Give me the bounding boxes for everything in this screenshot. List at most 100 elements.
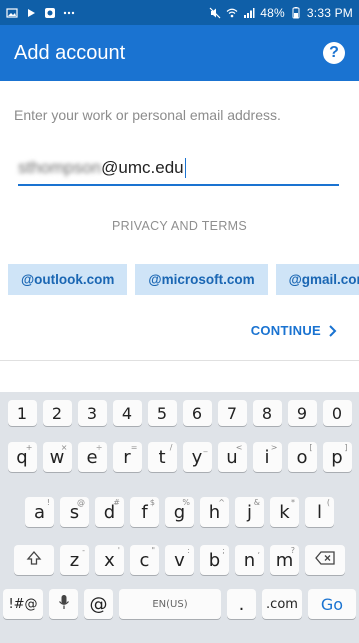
key-4[interactable]: 4 bbox=[112, 400, 142, 426]
key-label: 2 bbox=[51, 403, 63, 423]
key-6[interactable]: 6 bbox=[182, 400, 212, 426]
key-label: n bbox=[243, 549, 256, 571]
key-hint: < bbox=[235, 443, 243, 452]
wifi-icon bbox=[226, 7, 238, 19]
key-1[interactable]: 1 bbox=[7, 400, 37, 426]
key-label: 1 bbox=[16, 403, 28, 423]
key-label: 6 bbox=[191, 403, 203, 423]
clock: 3:33 PM bbox=[306, 5, 353, 20]
battery-icon bbox=[290, 6, 302, 19]
key-y[interactable]: y _ bbox=[182, 442, 212, 472]
key-t[interactable]: t / bbox=[147, 442, 177, 472]
key-hint: * bbox=[291, 498, 295, 507]
key-hint: $ bbox=[149, 498, 155, 507]
key-label: v bbox=[174, 549, 185, 571]
key-i[interactable]: i > bbox=[252, 442, 282, 472]
key-hint: ; bbox=[222, 546, 225, 555]
key-label: 0 bbox=[331, 403, 343, 423]
go-key[interactable]: Go bbox=[308, 589, 356, 619]
chip-microsoft[interactable]: @microsoft.com bbox=[135, 264, 268, 295]
page-title: Add account bbox=[14, 41, 126, 64]
space-key[interactable]: EN(US) bbox=[119, 589, 221, 619]
status-right: 48% 3:33 PM bbox=[209, 6, 353, 20]
chevron-right-icon bbox=[328, 324, 337, 337]
key-7[interactable]: 7 bbox=[217, 400, 247, 426]
key-x[interactable]: x ' bbox=[95, 545, 124, 575]
backspace-icon bbox=[315, 551, 335, 569]
microphone-icon bbox=[58, 594, 70, 615]
continue-label: CONTINUE bbox=[250, 323, 321, 338]
key-m[interactable]: m? bbox=[270, 545, 299, 575]
key-label: i bbox=[264, 446, 270, 468]
key-g[interactable]: g% bbox=[165, 497, 194, 527]
key-u[interactable]: u < bbox=[217, 442, 247, 472]
keyboard: 1 2 345 6 7890 q + w × e ÷ r = t / y _ u < i > o[p] a! s @ d # f $… bbox=[0, 392, 359, 643]
key-3[interactable]: 3 bbox=[77, 400, 107, 426]
key-n[interactable]: n, bbox=[235, 545, 264, 575]
key-s[interactable]: s @ bbox=[60, 497, 89, 527]
key-r[interactable]: r = bbox=[112, 442, 142, 472]
app-bar: Add account ? bbox=[0, 25, 359, 81]
key-hint: % bbox=[182, 498, 190, 507]
keyboard-row-1: q + w × e ÷ r = t / y _ u < i > o[p] bbox=[0, 442, 359, 472]
key-v[interactable]: v: bbox=[165, 545, 194, 575]
image-icon bbox=[6, 7, 18, 19]
help-button[interactable]: ? bbox=[323, 42, 345, 64]
mute-icon bbox=[209, 7, 221, 19]
chip-outlook[interactable]: @outlook.com bbox=[8, 264, 128, 295]
shift-icon bbox=[26, 550, 42, 570]
continue-button[interactable]: CONTINUE bbox=[251, 323, 337, 338]
key-label: z bbox=[69, 549, 80, 571]
domain-suggestions: @outlook.com @microsoft.com @gmail.com bbox=[0, 264, 359, 295]
key-hint: " bbox=[151, 546, 155, 555]
key-a[interactable]: a! bbox=[25, 497, 54, 527]
key-z[interactable]: z- bbox=[60, 545, 89, 575]
key-hint: ' bbox=[117, 546, 120, 555]
key-hint: & bbox=[253, 498, 260, 507]
key-0[interactable]: 0 bbox=[322, 400, 352, 426]
key-5[interactable]: 5 bbox=[147, 400, 177, 426]
chip-gmail[interactable]: @gmail.com bbox=[275, 264, 359, 295]
voice-input-key[interactable] bbox=[49, 589, 78, 619]
key-2[interactable]: 2 bbox=[42, 400, 72, 426]
key-hint: / bbox=[169, 443, 173, 452]
key-f[interactable]: f $ bbox=[130, 497, 159, 527]
battery-level: 48% bbox=[260, 5, 285, 20]
key-hint: ÷ bbox=[95, 443, 103, 452]
key-k[interactable]: k * bbox=[270, 497, 299, 527]
key-c[interactable]: c " bbox=[130, 545, 159, 575]
key-label: 3 bbox=[86, 403, 98, 423]
key-q[interactable]: q + bbox=[7, 442, 37, 472]
key-o[interactable]: o[ bbox=[287, 442, 317, 472]
dot-key[interactable]: . bbox=[227, 589, 256, 619]
dotcom-key[interactable]: .com bbox=[262, 589, 302, 619]
key-hint: ^ bbox=[218, 498, 225, 507]
key-8[interactable]: 8 bbox=[252, 400, 282, 426]
key-hint: @ bbox=[77, 498, 85, 507]
symbols-key[interactable]: !#@ bbox=[3, 589, 43, 619]
key-hint: [ bbox=[309, 443, 313, 452]
app-icon bbox=[44, 7, 56, 19]
key-w[interactable]: w × bbox=[42, 442, 72, 472]
key-d[interactable]: d # bbox=[95, 497, 124, 527]
shift-key[interactable] bbox=[14, 545, 54, 575]
key-l[interactable]: l( bbox=[305, 497, 334, 527]
privacy-terms-link[interactable]: PRIVACY AND TERMS bbox=[0, 219, 359, 233]
email-domain-text: @umc.edu bbox=[101, 158, 184, 177]
key-b[interactable]: b; bbox=[200, 545, 229, 575]
play-icon bbox=[25, 7, 37, 19]
keyboard-bottom-row: !#@ @ EN(US) . .com Go bbox=[0, 589, 359, 619]
email-blurred-username: sthompson bbox=[18, 158, 102, 177]
key-j[interactable]: j & bbox=[235, 497, 264, 527]
key-h[interactable]: h ^ bbox=[200, 497, 229, 527]
at-key[interactable]: @ bbox=[84, 589, 113, 619]
backspace-key[interactable] bbox=[305, 545, 345, 575]
key-hint: _ bbox=[203, 443, 208, 452]
key-label: k bbox=[279, 501, 290, 523]
key-label: 7 bbox=[226, 403, 238, 423]
key-e[interactable]: e ÷ bbox=[77, 442, 107, 472]
key-9[interactable]: 9 bbox=[287, 400, 317, 426]
key-p[interactable]: p] bbox=[322, 442, 352, 472]
key-label: 5 bbox=[156, 403, 168, 423]
email-field[interactable]: sthompson @umc.edu bbox=[18, 150, 339, 186]
